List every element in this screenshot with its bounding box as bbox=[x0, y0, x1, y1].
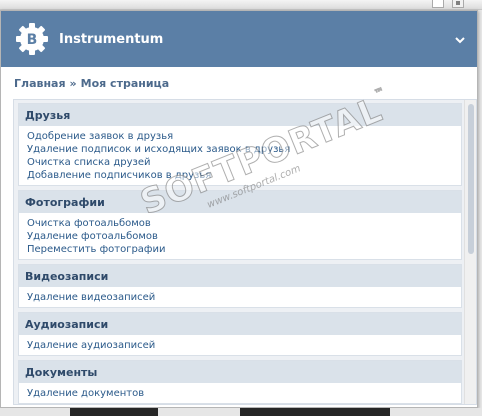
extension-popup: B Instrumentum Главная » Моя страница Др… bbox=[0, 10, 478, 408]
section-card: Документы Удаление документов bbox=[18, 360, 462, 404]
section-card: Друзья Одобрение заявок в друзья Удаление … bbox=[18, 103, 462, 186]
section-card: Видеозаписи Удаление видеозаписей bbox=[18, 264, 462, 308]
tool-link[interactable]: Переместить фотографии bbox=[27, 243, 461, 256]
scrollbar-thumb[interactable] bbox=[468, 104, 474, 254]
tool-link[interactable]: Очистка списка друзей bbox=[27, 156, 461, 169]
app-title: Instrumentum bbox=[59, 31, 164, 47]
section-title: Видеозаписи bbox=[19, 265, 461, 287]
section-title: Документы bbox=[19, 361, 461, 383]
tool-link[interactable]: Одобрение заявок в друзья bbox=[27, 130, 461, 143]
chevron-down-icon[interactable] bbox=[453, 32, 467, 46]
breadcrumb-current: Моя страница bbox=[80, 76, 170, 90]
section-body: Удаление видеозаписей bbox=[19, 287, 461, 307]
breadcrumb: Главная » Моя страница bbox=[1, 67, 477, 99]
tool-link[interactable]: Удаление фотоальбомов bbox=[27, 230, 461, 243]
tool-link[interactable]: Удаление видеозаписей bbox=[27, 291, 461, 304]
extension-icon[interactable] bbox=[432, 0, 444, 8]
extension-icon-active[interactable] bbox=[452, 0, 464, 8]
section-card: Аудиозаписи Удаление аудиозаписей bbox=[18, 312, 462, 356]
vk-gear-logo-icon: B bbox=[13, 20, 51, 58]
section-body: Удаление аудиозаписей bbox=[19, 335, 461, 355]
tool-link[interactable]: Удаление подписок и исходящих заявок в д… bbox=[27, 143, 461, 156]
section-list: Друзья Одобрение заявок в друзья Удаление … bbox=[18, 103, 462, 404]
section-title: Аудиозаписи bbox=[19, 313, 461, 335]
svg-text:B: B bbox=[27, 32, 38, 48]
tool-link[interactable]: Добавление подписчиков в друзья bbox=[27, 169, 461, 182]
tool-link[interactable]: Очистка фотоальбомов bbox=[27, 217, 461, 230]
background-image bbox=[240, 408, 390, 416]
tool-link[interactable]: Удаление аудиозаписей bbox=[27, 339, 461, 352]
section-body: Очистка фотоальбомов Удаление фотоальбомо… bbox=[19, 213, 461, 259]
tool-link[interactable]: Удаление документов bbox=[27, 387, 461, 400]
breadcrumb-home-link[interactable]: Главная bbox=[14, 77, 66, 90]
section-title: Фотографии bbox=[19, 191, 461, 213]
tools-panel: Друзья Одобрение заявок в друзья Удаление … bbox=[13, 99, 477, 405]
background-image bbox=[70, 408, 158, 416]
section-body: Удаление документов bbox=[19, 383, 461, 403]
section-body: Одобрение заявок в друзья Удаление подпис… bbox=[19, 126, 461, 185]
vertical-scrollbar[interactable] bbox=[464, 100, 476, 404]
popup-header: B Instrumentum bbox=[1, 11, 477, 67]
section-card: Фотографии Очистка фотоальбомов Удаление ф… bbox=[18, 190, 462, 260]
browser-toolbar bbox=[0, 0, 482, 10]
breadcrumb-separator: » bbox=[69, 76, 77, 90]
section-title: Друзья bbox=[19, 104, 461, 126]
